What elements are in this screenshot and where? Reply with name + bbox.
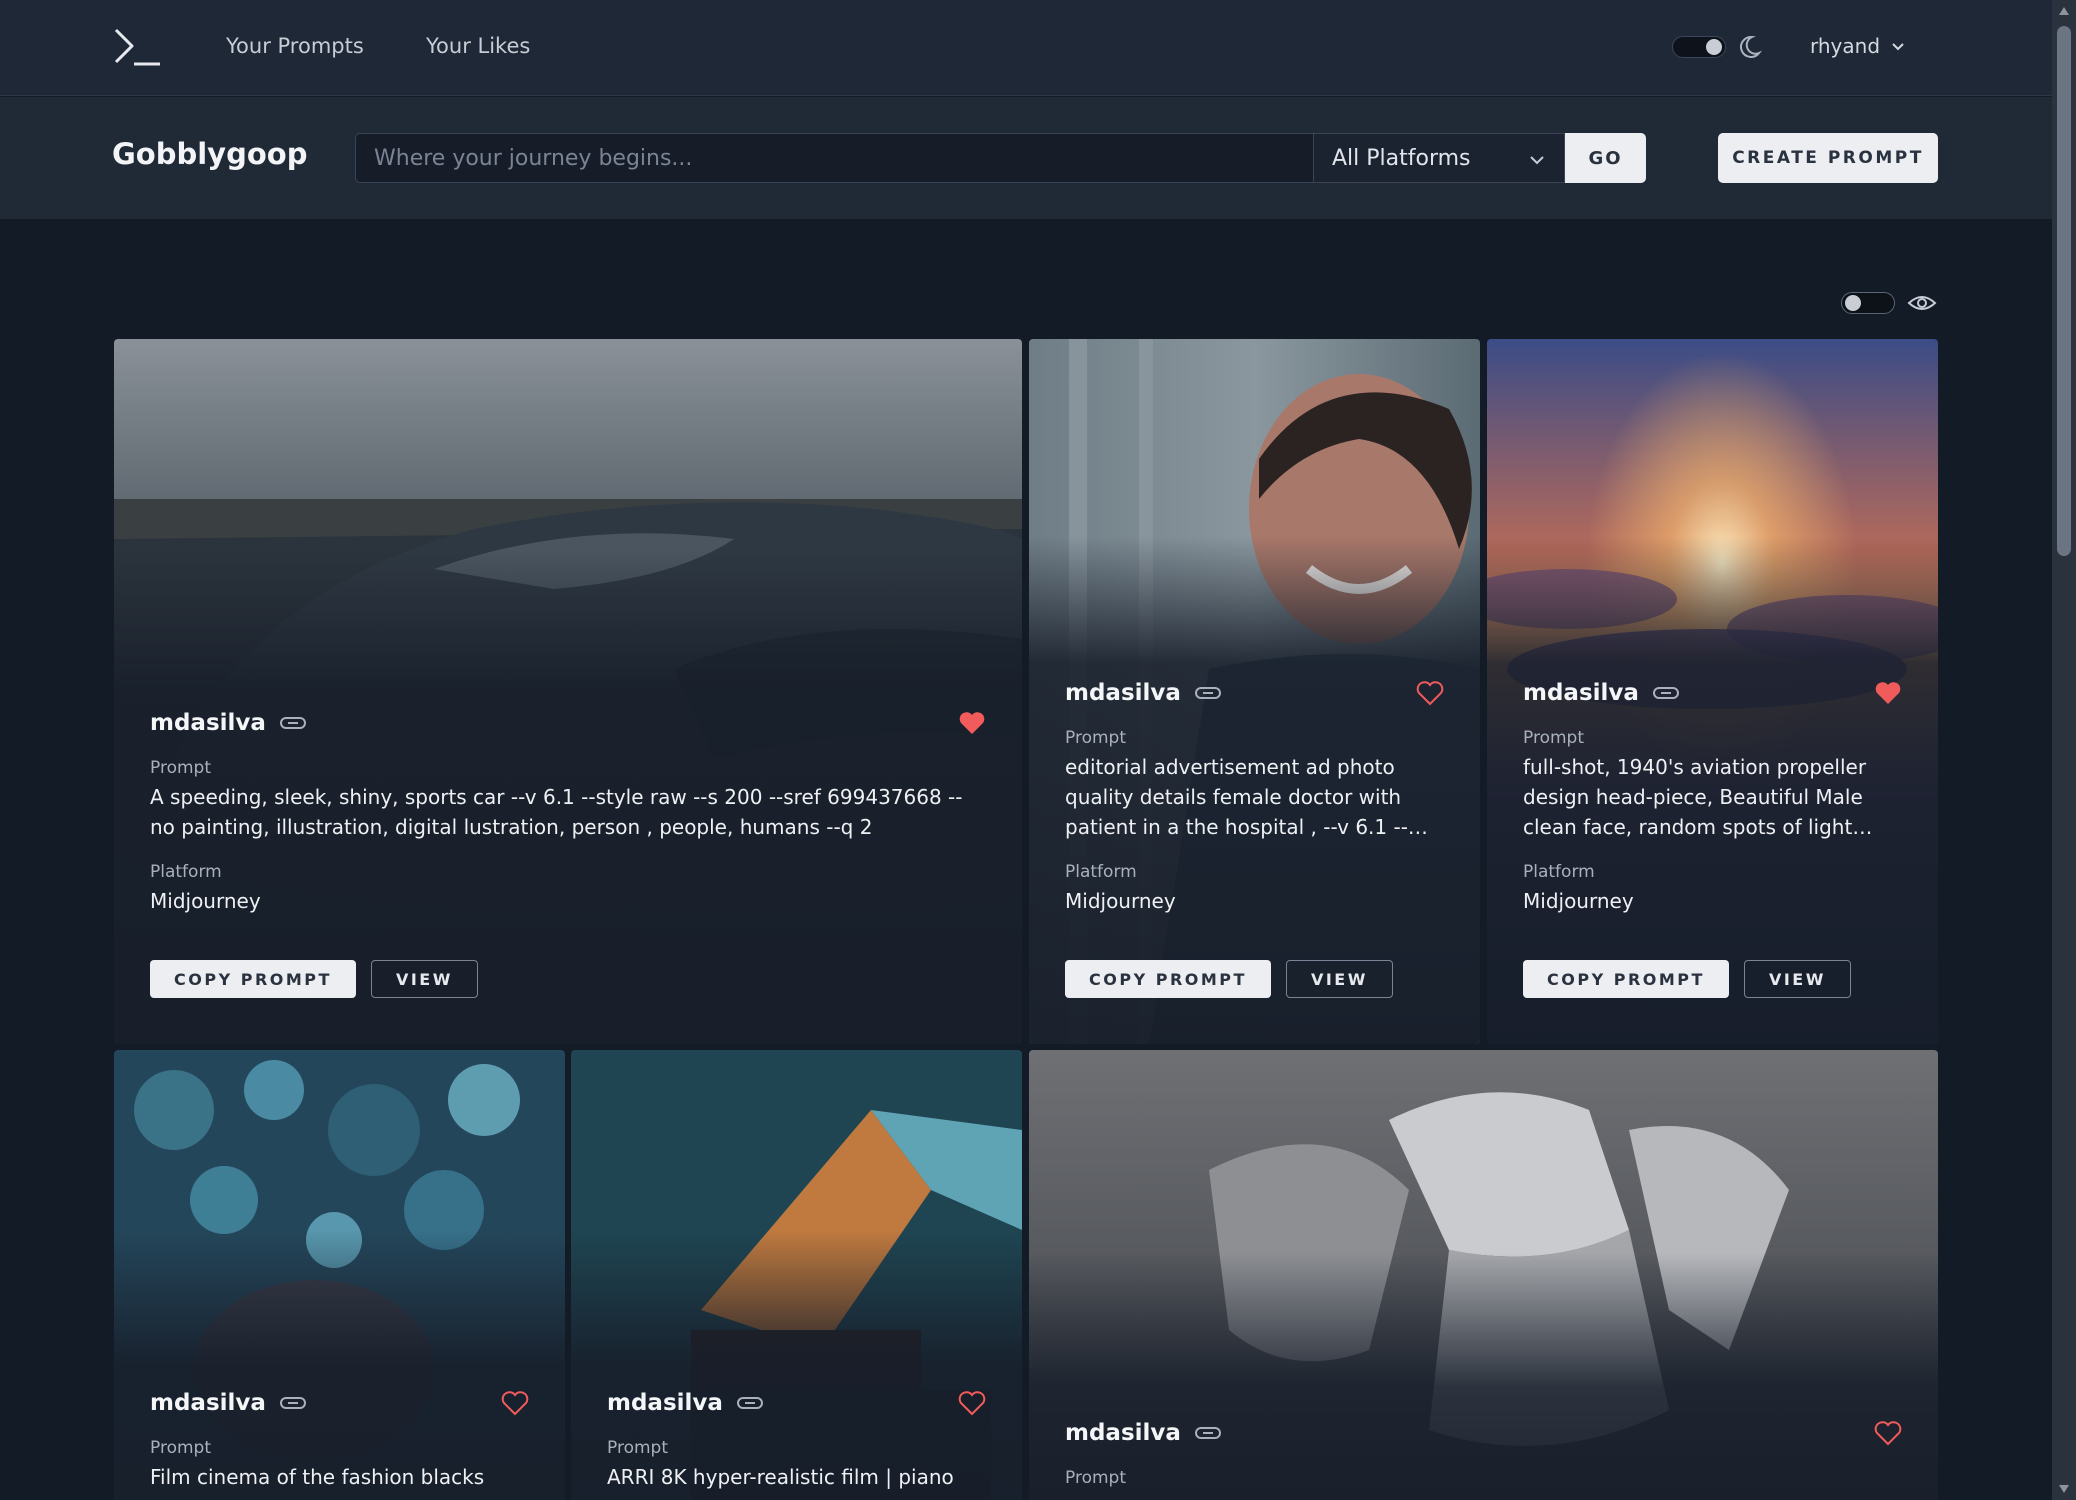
prompt-text: A speeding, sleek, shiny, sports car --v… xyxy=(150,785,963,839)
top-navigation: Your Prompts Your Likes rhyand xyxy=(0,0,2052,96)
author-row: mdasilva xyxy=(607,1386,986,1420)
platform-value: Midjourney xyxy=(150,889,261,913)
theme-toggle[interactable] xyxy=(1672,36,1726,58)
scroll-thumb[interactable] xyxy=(2057,26,2071,556)
heart-icon-outline[interactable] xyxy=(501,1390,529,1416)
eye-icon xyxy=(1907,296,1937,310)
heart-icon-outline[interactable] xyxy=(1874,1420,1902,1446)
author-name[interactable]: mdasilva xyxy=(1065,1420,1181,1446)
platform-value: Midjourney xyxy=(1065,889,1176,913)
card-body: mdasilva Prompt xyxy=(1065,1416,1902,1488)
theme-toggle-knob xyxy=(1706,39,1722,55)
platform-label: Platform xyxy=(150,862,222,882)
author-row: mdasilva xyxy=(1523,676,1902,710)
visibility-toggle-knob xyxy=(1845,295,1861,311)
link-icon[interactable] xyxy=(279,1395,306,1411)
nav-your-prompts[interactable]: Your Prompts xyxy=(226,34,364,58)
prompt-label: Prompt xyxy=(150,758,211,778)
link-icon[interactable] xyxy=(1652,685,1679,701)
heart-icon-filled[interactable] xyxy=(1874,680,1902,706)
prompt-text: full-shot, 1940's aviation propeller des… xyxy=(1523,755,1867,839)
author-name[interactable]: mdasilva xyxy=(150,1390,266,1416)
search-input[interactable] xyxy=(355,133,1313,183)
card-body: mdasilva Prompt ARRI 8K hyper-realistic … xyxy=(607,1386,986,1492)
prompt-text: Film cinema of the fashion blacks xyxy=(150,1465,485,1489)
platform-label: Platform xyxy=(1065,862,1137,882)
prompt-card: mdasilva Prompt editorial advertisement … xyxy=(1029,339,1480,1044)
author-name[interactable]: mdasilva xyxy=(150,710,266,736)
moon-icon xyxy=(1740,35,1762,58)
scroll-up-arrow-icon[interactable] xyxy=(2058,6,2070,16)
prompt-card: mdasilva Prompt xyxy=(1029,1050,1938,1500)
nav-your-likes[interactable]: Your Likes xyxy=(426,34,530,58)
copy-prompt-button[interactable]: COPY PROMPT xyxy=(150,960,356,998)
prompt-card: mdasilva Prompt ARRI 8K hyper-realistic … xyxy=(571,1050,1022,1500)
brand-title: Gobblygoop xyxy=(112,137,308,171)
author-row: mdasilva xyxy=(150,706,986,740)
view-button[interactable]: VIEW xyxy=(1285,960,1393,998)
chevron-down-icon xyxy=(1530,156,1544,165)
link-icon[interactable] xyxy=(279,715,306,731)
author-name[interactable]: mdasilva xyxy=(1065,680,1181,706)
heart-icon-outline[interactable] xyxy=(958,1390,986,1416)
prompt-text: ARRI 8K hyper-realistic film | piano xyxy=(607,1465,954,1489)
heart-icon-outline[interactable] xyxy=(1416,680,1444,706)
link-icon[interactable] xyxy=(1194,685,1221,701)
author-name[interactable]: mdasilva xyxy=(607,1390,723,1416)
author-row: mdasilva xyxy=(1065,676,1444,710)
platform-label: Platform xyxy=(1523,862,1595,882)
prompt-label: Prompt xyxy=(607,1438,668,1458)
view-button[interactable]: VIEW xyxy=(1743,960,1851,998)
chevron-down-icon xyxy=(1892,43,1904,51)
card-actions: COPY PROMPT VIEW xyxy=(150,960,986,998)
copy-prompt-button[interactable]: COPY PROMPT xyxy=(1065,960,1271,998)
author-name[interactable]: mdasilva xyxy=(1523,680,1639,706)
prompt-card: mdasilva Prompt A speeding, sleek, shiny… xyxy=(114,339,1022,1044)
card-body: mdasilva Prompt full-shot, 1940's aviati… xyxy=(1523,676,1902,998)
heart-icon-filled[interactable] xyxy=(958,710,986,736)
author-row: mdasilva xyxy=(150,1386,529,1420)
prompt-label: Prompt xyxy=(1523,728,1584,748)
link-icon[interactable] xyxy=(1194,1425,1221,1441)
terminal-logo-icon[interactable] xyxy=(112,26,164,70)
prompt-label: Prompt xyxy=(1065,1468,1126,1488)
copy-prompt-button[interactable]: COPY PROMPT xyxy=(1523,960,1729,998)
scroll-down-arrow-icon[interactable] xyxy=(2058,1484,2070,1494)
platform-select-value: All Platforms xyxy=(1332,145,1471,171)
page-scrollbar[interactable] xyxy=(2052,0,2076,1500)
platform-value: Midjourney xyxy=(1523,889,1634,913)
visibility-toggle[interactable] xyxy=(1841,292,1895,314)
view-button[interactable]: VIEW xyxy=(370,960,478,998)
card-actions: COPY PROMPT VIEW xyxy=(1523,960,1902,998)
card-actions: COPY PROMPT VIEW xyxy=(1065,960,1444,998)
prompt-text: editorial advertisement ad photo quality… xyxy=(1065,755,1408,839)
prompt-card: mdasilva Prompt full-shot, 1940's aviati… xyxy=(1487,339,1938,1044)
author-row: mdasilva xyxy=(1065,1416,1902,1450)
card-body: mdasilva Prompt A speeding, sleek, shiny… xyxy=(150,706,986,998)
prompt-label: Prompt xyxy=(1065,728,1126,748)
prompt-card: mdasilva Prompt Film cinema of the fashi… xyxy=(114,1050,565,1500)
search-bar: Gobblygoop All Platforms GO CREATE PROMP… xyxy=(0,97,2052,219)
username: rhyand xyxy=(1810,34,1881,58)
user-menu[interactable]: rhyand xyxy=(1810,34,1906,58)
card-body: mdasilva Prompt Film cinema of the fashi… xyxy=(150,1386,529,1492)
card-body: mdasilva Prompt editorial advertisement … xyxy=(1065,676,1444,998)
link-icon[interactable] xyxy=(736,1395,763,1411)
create-prompt-button[interactable]: CREATE PROMPT xyxy=(1718,133,1938,183)
platform-select[interactable]: All Platforms xyxy=(1313,133,1565,183)
go-button[interactable]: GO xyxy=(1565,133,1646,183)
prompt-label: Prompt xyxy=(150,1438,211,1458)
